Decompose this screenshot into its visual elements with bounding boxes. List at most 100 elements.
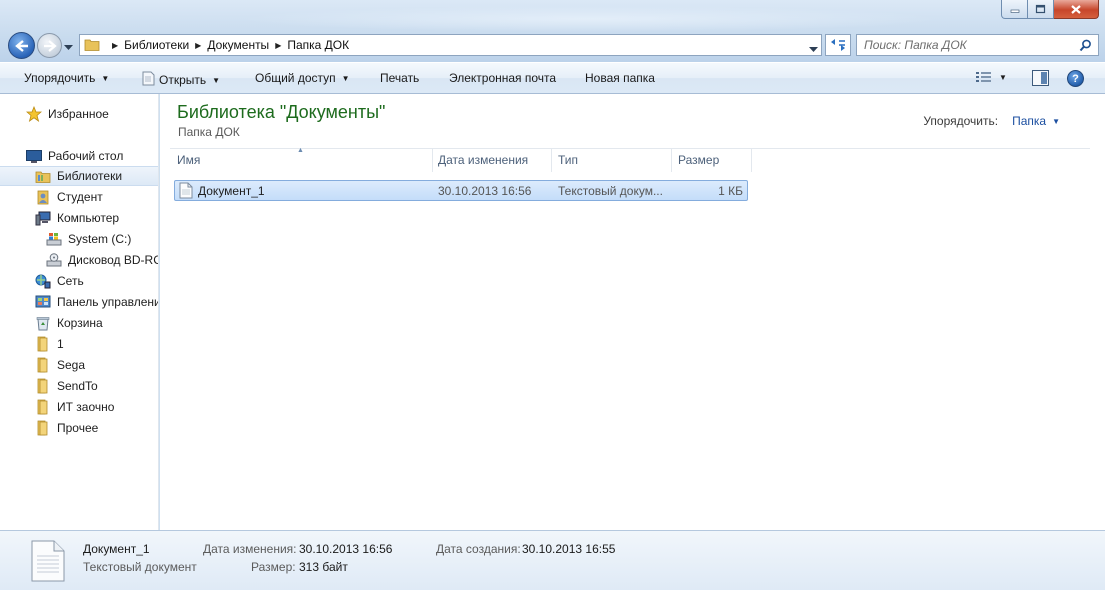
forward-button[interactable] (37, 33, 62, 58)
share-label: Общий доступ (255, 71, 336, 85)
breadcrumb-separator[interactable]: ▶ (112, 41, 118, 50)
folder-icon (35, 378, 51, 394)
folder-icon (35, 399, 51, 415)
nav-desktop-label: Рабочий стол (48, 149, 124, 163)
arrange-value-dropdown[interactable]: Папка (1012, 114, 1046, 128)
address-dropdown[interactable] (809, 42, 818, 56)
folder-icon (35, 336, 51, 352)
column-header-type[interactable]: Тип (552, 148, 672, 172)
libraries-icon (35, 168, 51, 184)
nav-item-sendto[interactable]: SendTo (0, 376, 158, 396)
network-icon (35, 273, 51, 289)
details-size-label: Размер: (251, 560, 296, 574)
nav-item-label: SendTo (57, 379, 98, 393)
recycle-bin-icon (35, 315, 51, 331)
arrow-right-icon (43, 39, 57, 52)
chevron-down-icon: ▼ (212, 75, 221, 85)
new-folder-label: Новая папка (585, 71, 655, 85)
command-bar: Упорядочить ▼ Открыть ▼ Общий доступ ▼ Печа… (0, 62, 1105, 94)
nav-favorites-label: Избранное (48, 107, 109, 121)
nav-item-label: Панель управлени (57, 295, 159, 309)
nav-item-label: System (C:) (68, 232, 132, 246)
desktop-icon (26, 148, 42, 164)
column-header-modified[interactable]: Дата изменения (432, 148, 552, 172)
library-subtitle: Папка ДОК (178, 125, 240, 139)
open-button[interactable]: Открыть ▼ (142, 71, 220, 89)
details-file-name: Документ_1 (83, 542, 150, 556)
recent-pages-button[interactable] (64, 40, 73, 54)
minimize-button[interactable] (1001, 0, 1028, 19)
nav-item-libraries[interactable]: Библиотеки (0, 166, 158, 186)
file-name[interactable]: Документ_1 (198, 184, 265, 198)
nav-favorites[interactable]: Избранное (0, 104, 158, 124)
preview-pane-button[interactable] (1032, 70, 1049, 89)
file-modified: 30.10.2013 16:56 (438, 184, 532, 198)
details-size-value: 313 байт (299, 560, 348, 574)
organize-button[interactable]: Упорядочить ▼ (24, 71, 109, 85)
search-box[interactable] (856, 34, 1099, 56)
column-header-name[interactable]: Имя (171, 148, 433, 172)
nav-item-student[interactable]: Студент (0, 187, 158, 207)
nav-item-recycle-bin[interactable]: Корзина (0, 313, 158, 333)
search-icon[interactable] (1079, 39, 1092, 55)
open-label: Открыть (159, 73, 207, 87)
nav-item-other[interactable]: Прочее (0, 418, 158, 438)
nav-item-it-zaochno[interactable]: ИТ заочно (0, 397, 158, 417)
breadcrumb-separator[interactable]: ▶ (275, 41, 281, 50)
nav-item-sega[interactable]: Sega (0, 355, 158, 375)
chevron-down-icon: ▼ (341, 73, 350, 83)
nav-item-optical-drive[interactable]: Дисковод BD-RC (0, 250, 159, 270)
breadcrumb-documents[interactable]: Документы (207, 38, 269, 52)
arrow-left-icon (14, 39, 28, 52)
nav-item-network[interactable]: Сеть (0, 271, 158, 291)
maximize-button[interactable] (1028, 0, 1054, 19)
breadcrumb-folder[interactable]: Папка ДОК (287, 38, 349, 52)
nav-item-control-panel[interactable]: Панель управлени (0, 292, 159, 312)
print-label: Печать (380, 71, 420, 85)
help-button[interactable]: ? (1067, 70, 1084, 87)
search-input[interactable] (864, 38, 1074, 52)
chevron-down-icon: ▼ (101, 73, 110, 83)
nav-item-label: 1 (57, 337, 64, 351)
email-button[interactable]: Электронная почта (449, 71, 556, 85)
close-button[interactable] (1054, 0, 1099, 19)
refresh-icon (831, 39, 845, 51)
nav-item-system-drive[interactable]: System (C:) (0, 229, 158, 249)
print-button[interactable]: Печать (380, 71, 419, 85)
arrange-by: Упорядочить: Папка ▼ (923, 114, 1060, 128)
details-file-type: Текстовый документ (83, 560, 197, 574)
new-folder-button[interactable]: Новая папка (585, 71, 655, 85)
file-row[interactable]: Документ_1 30.10.2013 16:56 Текстовый до… (174, 180, 748, 201)
chevron-down-icon[interactable]: ▼ (1052, 117, 1060, 126)
library-title: Библиотека "Документы" (177, 102, 386, 122)
nav-item-folder-1[interactable]: 1 (0, 334, 158, 354)
chevron-down-icon: ▼ (999, 72, 1007, 82)
close-icon (1071, 4, 1081, 14)
computer-icon (35, 210, 51, 226)
share-button[interactable]: Общий доступ ▼ (255, 71, 350, 85)
window-frame: ▶ Библиотеки ▶ Документы ▶ Папка ДОК (0, 0, 1105, 62)
nav-item-label: Прочее (57, 421, 99, 435)
back-button[interactable] (8, 32, 35, 59)
breadcrumb-separator[interactable]: ▶ (195, 41, 201, 50)
folder-icon (84, 37, 100, 54)
view-options-button[interactable]: ▼ (976, 71, 1007, 83)
document-icon (142, 71, 155, 89)
text-document-icon (179, 182, 193, 202)
nav-item-label: Студент (57, 190, 103, 204)
star-icon (26, 106, 42, 122)
column-header-size[interactable]: Размер (672, 148, 752, 172)
minimize-icon (1010, 9, 1019, 13)
file-size: 1 КБ (718, 184, 743, 198)
content-pane: Библиотека "Документы" Папка ДОК Упорядо… (160, 94, 1105, 530)
breadcrumb-libraries[interactable]: Библиотеки (124, 38, 189, 52)
chevron-down-icon (64, 45, 73, 50)
nav-item-label: Дисковод BD-RC (68, 253, 159, 267)
nav-desktop[interactable]: Рабочий стол (0, 146, 158, 166)
nav-item-computer[interactable]: Компьютер (0, 208, 158, 228)
email-label: Электронная почта (449, 71, 557, 85)
refresh-button[interactable] (825, 34, 851, 56)
address-bar[interactable]: ▶ Библиотеки ▶ Документы ▶ Папка ДОК (79, 34, 822, 56)
nav-item-label: Компьютер (57, 211, 120, 225)
nav-item-label: Сеть (57, 274, 84, 288)
